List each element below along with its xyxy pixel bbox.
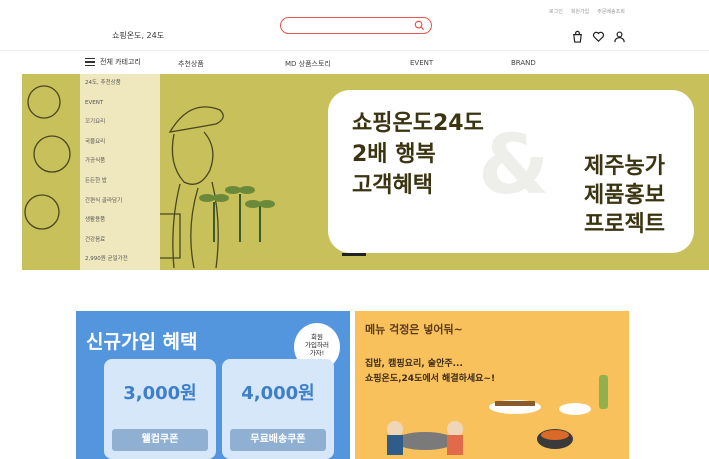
search-icon[interactable] <box>414 20 425 31</box>
category-item[interactable]: 24도, 추천상품 <box>80 74 160 94</box>
coupon-amount: 4,000원 <box>241 383 315 404</box>
coupon-amount: 3,000원 <box>123 383 197 404</box>
all-categories-button[interactable]: 전체 카테고리 <box>85 57 141 67</box>
coupon-label: 무료배송쿠폰 <box>230 429 326 451</box>
food-illustration <box>387 375 608 455</box>
user-icon[interactable] <box>613 28 626 43</box>
menu-promo-banner[interactable]: 메뉴 걱정은 넣어둬~ 집밥, 캠핑요리, 술안주... 쇼핑온도,24도에서 … <box>355 311 629 459</box>
shopping-bag-icon[interactable] <box>571 28 584 43</box>
category-item[interactable]: 국물요리 <box>80 133 160 153</box>
free-shipping-coupon[interactable]: 4,000원 무료배송쿠폰 <box>222 359 334 459</box>
nav-item-event[interactable]: EVENT <box>410 59 433 67</box>
category-item[interactable]: 간편식 골라담기 <box>80 192 160 212</box>
banner-ampersand: & <box>478 118 550 213</box>
category-item[interactable]: 가공식품 <box>80 152 160 172</box>
category-item[interactable]: EVENT <box>80 94 160 114</box>
coupon-label: 웰컴쿠폰 <box>112 429 208 451</box>
order-tracking-link[interactable]: 주문배송조회 <box>597 8 625 15</box>
category-item[interactable]: 2,990원 균일가전 <box>80 250 160 270</box>
banner-pagination-indicator[interactable] <box>342 253 366 256</box>
site-logo[interactable]: 쇼핑온도, 24도 <box>112 30 164 41</box>
nav-item-recommended[interactable]: 추천상품 <box>178 59 204 69</box>
signup-link[interactable]: 회원가입 <box>571 8 589 15</box>
header-icons <box>571 28 626 43</box>
banner-subtitle: 제주농가 제품홍보 프로젝트 <box>584 154 665 237</box>
main-nav: 전체 카테고리 추천상품 MD 상품스토리 EVENT BRAND <box>0 50 709 75</box>
heart-icon[interactable] <box>592 28 605 42</box>
category-menu: 24도, 추천상품 EVENT 꼬기요리 국물요리 가공식품 든든한 밥 간편식… <box>80 74 160 270</box>
login-link[interactable]: 로그인 <box>549 8 563 15</box>
search-input[interactable] <box>280 17 432 34</box>
nav-item-brand[interactable]: BRAND <box>511 59 536 67</box>
banner-card[interactable]: & 쇼핑온도24도 2배 행복 고객혜택 제주농가 제품홍보 프로젝트 <box>328 90 694 253</box>
welcome-coupon[interactable]: 3,000원 웰컴쿠폰 <box>104 359 216 459</box>
nav-item-md-story[interactable]: MD 상품스토리 <box>285 59 331 69</box>
category-item[interactable]: 꼬기요리 <box>80 113 160 133</box>
signup-promo-title: 신규가입 혜택 <box>86 331 198 353</box>
top-links: 로그인 회원가입 주문배송조회 <box>549 8 625 15</box>
menu-icon <box>85 58 95 66</box>
banner-title: 쇼핑온도24도 2배 행복 고객혜택 <box>352 111 484 198</box>
category-item[interactable]: 건강음료 <box>80 231 160 251</box>
signup-promo-banner[interactable]: 신규가입 혜택 회원 가입하러 가자! 3,000원 웰컴쿠폰 4,000원 무… <box>76 311 350 459</box>
all-categories-label: 전체 카테고리 <box>100 58 141 66</box>
signup-badge-text: 회원 가입하러 가자! <box>305 333 329 357</box>
category-item[interactable]: 든든한 밥 <box>80 172 160 192</box>
category-item[interactable]: 생활용품 <box>80 211 160 231</box>
